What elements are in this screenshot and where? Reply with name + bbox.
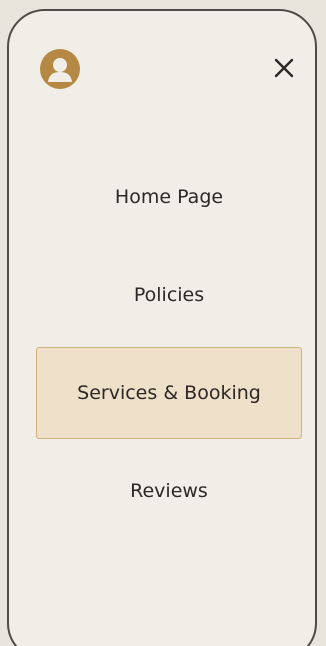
menu-item-label: Home Page xyxy=(114,186,224,208)
menu-item-reviews[interactable]: Reviews xyxy=(36,445,302,537)
close-icon xyxy=(274,58,294,78)
user-avatar-icon[interactable] xyxy=(40,49,80,89)
menu-item-services-booking[interactable]: Services & Booking xyxy=(36,347,302,439)
menu-item-policies[interactable]: Policies xyxy=(36,249,302,341)
menu-panel: Home Page Policies Services & Booking Re… xyxy=(7,9,317,646)
menu-item-home-page[interactable]: Home Page xyxy=(36,151,302,243)
close-button[interactable] xyxy=(269,53,299,83)
menu-item-label: Services & Booking xyxy=(77,382,261,404)
menu-item-label: Policies xyxy=(133,284,205,306)
menu-item-label: Reviews xyxy=(130,480,208,502)
nav-menu: Home Page Policies Services & Booking Re… xyxy=(36,151,302,543)
